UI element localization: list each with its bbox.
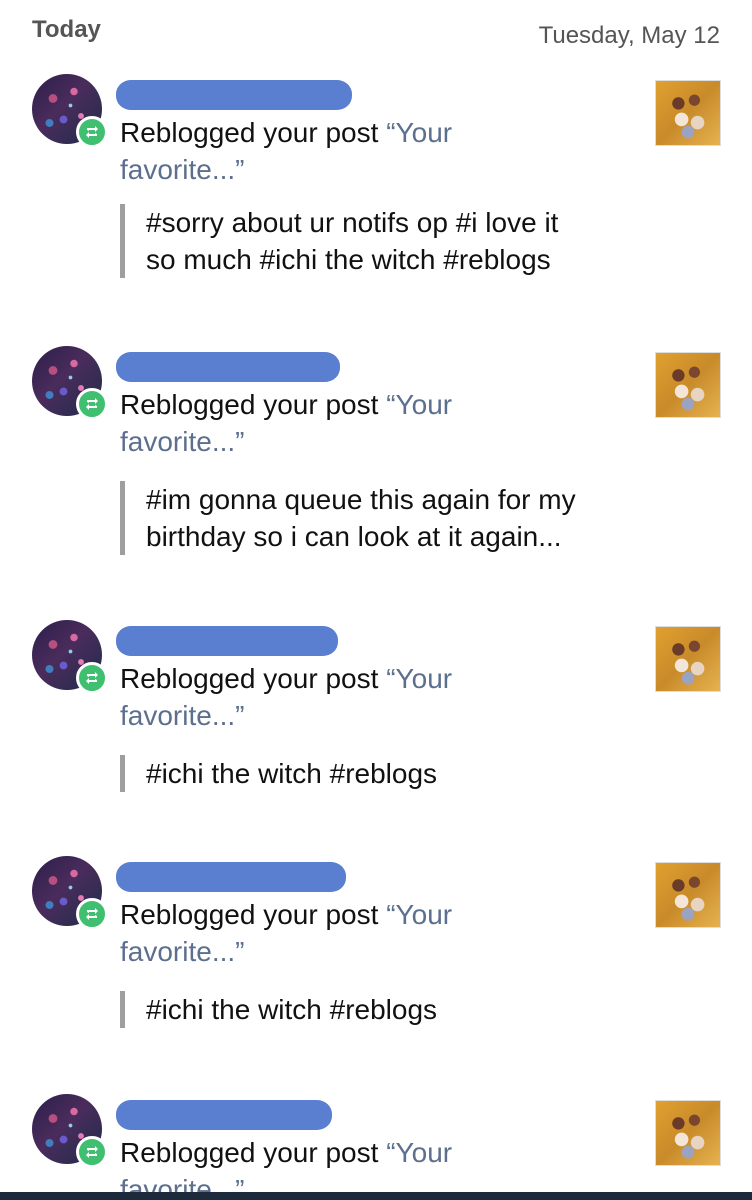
post-thumbnail[interactable] <box>655 626 721 692</box>
redacted-username <box>116 352 340 382</box>
notification-text: Reblogged your post “Your favorite...” <box>120 1134 520 1194</box>
notification-text: Reblogged your post “Your favorite...” <box>120 386 520 460</box>
post-thumbnail[interactable] <box>655 1100 721 1166</box>
reblog-icon <box>76 1136 108 1168</box>
redacted-username <box>116 862 346 892</box>
reblog-tags: #im gonna queue this again for my birthd… <box>120 481 666 555</box>
redacted-username <box>116 1100 332 1130</box>
action-text: Reblogged your post <box>120 899 387 930</box>
action-text: Reblogged your post <box>120 1137 387 1168</box>
post-thumbnail[interactable] <box>655 862 721 928</box>
notification-text: Reblogged your post “Your favorite...” <box>120 114 520 188</box>
action-text: Reblogged your post <box>120 663 387 694</box>
notification-text: Reblogged your post “Your favorite...” <box>120 660 520 734</box>
redacted-username <box>116 626 338 656</box>
tags-line: #ichi the witch #reblogs <box>146 758 438 789</box>
tags-line: so much #ichi the witch #reblogs <box>146 244 551 275</box>
post-thumbnail[interactable] <box>655 352 721 418</box>
action-text: Reblogged your post <box>120 117 387 148</box>
reblog-icon <box>76 898 108 930</box>
tags-line: #ichi the witch #reblogs <box>146 994 438 1025</box>
notification-item[interactable]: Reblogged your post “Your favorite...” #… <box>0 620 752 810</box>
reblog-tags: #ichi the witch #reblogs <box>120 991 666 1028</box>
notification-text: Reblogged your post “Your favorite...” <box>120 896 520 970</box>
reblog-tags: #sorry about ur notifs op #i love it so … <box>120 204 666 278</box>
notification-item[interactable]: Reblogged your post “Your favorite...” #… <box>0 74 752 304</box>
bottom-bar <box>0 1192 752 1200</box>
reblog-icon <box>76 116 108 148</box>
reblog-icon <box>76 662 108 694</box>
tags-line: birthday so i can look at it again... <box>146 521 562 552</box>
notification-item[interactable]: Reblogged your post “Your favorite...” <box>0 1094 752 1194</box>
action-text: Reblogged your post <box>120 389 387 420</box>
redacted-username <box>116 80 352 110</box>
notification-item[interactable]: Reblogged your post “Your favorite...” #… <box>0 856 752 1046</box>
post-thumbnail[interactable] <box>655 80 721 146</box>
tags-line: #sorry about ur notifs op #i love it <box>146 207 559 238</box>
notification-item[interactable]: Reblogged your post “Your favorite...” #… <box>0 346 752 576</box>
reblog-tags: #ichi the witch #reblogs <box>120 755 666 792</box>
reblog-icon <box>76 388 108 420</box>
tags-line: #im gonna queue this again for my <box>146 484 576 515</box>
date-label: Tuesday, May 12 <box>538 22 720 49</box>
section-label-today: Today <box>32 16 101 43</box>
